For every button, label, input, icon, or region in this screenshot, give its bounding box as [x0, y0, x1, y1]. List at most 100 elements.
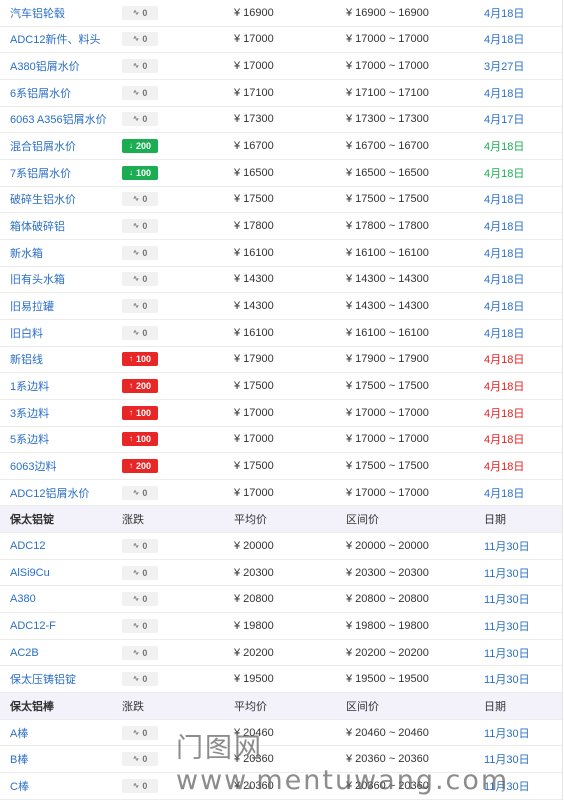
- change-badge: ∿ 0: [122, 592, 158, 607]
- date-cell: 11月30日: [484, 594, 530, 607]
- product-link[interactable]: 破碎生铝水价: [10, 191, 76, 207]
- product-link[interactable]: 6063边料: [10, 458, 56, 474]
- avg-price: ¥ 14300: [234, 300, 274, 313]
- table-row: 3系边料 ↑ 100 ¥ 17000 ¥ 17000 ~ 17000 4月18日: [0, 400, 562, 427]
- product-link[interactable]: 旧白料: [10, 325, 43, 341]
- arrow-up-icon: ↑: [128, 434, 133, 444]
- avg-price: ¥ 20800: [234, 593, 274, 606]
- date-cell: 11月30日: [484, 647, 530, 660]
- product-link[interactable]: 新铝线: [10, 351, 43, 367]
- product-link[interactable]: AC2B: [10, 647, 39, 659]
- product-link[interactable]: 保太压铸铝锭: [10, 671, 76, 687]
- date-cell: 4月18日: [484, 407, 525, 420]
- product-link[interactable]: C棒: [10, 778, 29, 794]
- header-range-label: 区间价: [346, 514, 379, 527]
- table-row: 保太压铸铝锭 ∿ 0 ¥ 19500 ¥ 19500 ~ 19500 11月30日: [0, 666, 562, 694]
- change-cell: ∿ 0: [122, 773, 158, 799]
- table-row: AC2B ∿ 0 ¥ 20200 ¥ 20200 ~ 20200 11月30日: [0, 640, 562, 667]
- product-link[interactable]: 5系边料: [10, 431, 49, 447]
- date-cell: 11月30日: [484, 540, 530, 553]
- date-cell: 4月18日: [484, 167, 525, 180]
- change-value: 0: [142, 247, 148, 258]
- tilde-icon: ∿: [132, 567, 140, 577]
- product-name-cell: 3系边料: [10, 400, 49, 426]
- product-link[interactable]: 汽车铝轮毂: [10, 5, 65, 21]
- change-badge: ↑ 200: [122, 458, 158, 473]
- product-link[interactable]: 3系边料: [10, 405, 49, 421]
- product-link[interactable]: 混合铝屑水价: [10, 138, 76, 154]
- tilde-icon: ∿: [132, 301, 140, 311]
- change-cell: ∿ 0: [122, 53, 158, 79]
- product-link[interactable]: A380铝屑水价: [10, 58, 80, 74]
- avg-price: ¥ 16100: [234, 326, 274, 339]
- product-name-cell: 破碎生铝水价: [10, 187, 76, 213]
- range-price: ¥ 16100 ~ 16100: [346, 326, 429, 339]
- change-cell: ↑ 100: [122, 347, 158, 373]
- avg-price: ¥ 16700: [234, 140, 274, 153]
- change-cell: ∿ 0: [122, 613, 158, 639]
- product-name-cell: ADC12新件、料头: [10, 27, 100, 53]
- product-name-cell: C棒: [10, 773, 29, 799]
- product-link[interactable]: 旧有头水箱: [10, 271, 65, 287]
- date-cell: 4月18日: [484, 274, 525, 287]
- product-link[interactable]: 7系铝屑水价: [10, 165, 71, 181]
- product-link[interactable]: ADC12: [10, 540, 45, 552]
- change-value: 0: [142, 727, 148, 738]
- change-badge: ∿ 0: [122, 85, 158, 100]
- avg-price: ¥ 17000: [234, 60, 274, 73]
- change-value: 0: [142, 754, 148, 765]
- date-cell: 11月30日: [484, 674, 530, 687]
- product-link[interactable]: ADC12新件、料头: [10, 31, 100, 47]
- change-cell: ∿ 0: [122, 533, 158, 559]
- product-link[interactable]: B棒: [10, 751, 28, 767]
- change-value: 0: [142, 274, 148, 285]
- product-name-cell: 6系铝屑水价: [10, 80, 71, 106]
- change-cell: ∿ 0: [122, 27, 158, 53]
- header-range-label: 区间价: [346, 700, 379, 713]
- change-badge: ∿ 0: [122, 752, 158, 767]
- product-name-cell: 5系边料: [10, 427, 49, 453]
- tilde-icon: ∿: [132, 221, 140, 231]
- header-title: 保太铝棒: [10, 700, 54, 713]
- tilde-icon: ∿: [132, 620, 140, 630]
- product-link[interactable]: 旧易拉罐: [10, 298, 54, 314]
- product-name-cell: ADC12: [10, 533, 45, 559]
- product-link[interactable]: 6系铝屑水价: [10, 85, 71, 101]
- product-link[interactable]: 箱体破碎铝: [10, 218, 65, 234]
- product-link[interactable]: 1系边料: [10, 378, 49, 394]
- table-row: AlSi9Cu ∿ 0 ¥ 20300 ¥ 20300 ~ 20300 11月30日: [0, 560, 562, 587]
- change-value: 0: [142, 674, 148, 685]
- header-title: 保太铝锭: [10, 514, 54, 527]
- date-cell: 4月18日: [484, 247, 525, 260]
- change-cell: ↓ 100: [122, 160, 158, 186]
- change-value: 0: [142, 34, 148, 45]
- change-value: 0: [142, 487, 148, 498]
- arrow-up-icon: ↑: [128, 381, 133, 391]
- range-price: ¥ 16500 ~ 16500: [346, 166, 429, 179]
- change-cell: ∿ 0: [122, 560, 158, 586]
- product-name-cell: 6063 A356铝屑水价: [10, 107, 107, 133]
- avg-price: ¥ 20000: [234, 539, 274, 552]
- product-link[interactable]: ADC12铝屑水价: [10, 485, 89, 501]
- product-link[interactable]: 新水箱: [10, 245, 43, 261]
- product-link[interactable]: ADC12-F: [10, 620, 56, 632]
- change-value: 0: [142, 327, 148, 338]
- range-price: ¥ 16900 ~ 16900: [346, 6, 429, 19]
- change-badge: ∿ 0: [122, 59, 158, 74]
- product-link[interactable]: A棒: [10, 725, 28, 741]
- date-cell: 4月18日: [484, 327, 525, 340]
- range-price: ¥ 17100 ~ 17100: [346, 86, 429, 99]
- change-badge: ∿ 0: [122, 618, 158, 633]
- range-price: ¥ 17000 ~ 17000: [346, 406, 429, 419]
- change-cell: ↑ 200: [122, 373, 158, 399]
- product-link[interactable]: 6063 A356铝屑水价: [10, 111, 107, 127]
- range-price: ¥ 16700 ~ 16700: [346, 140, 429, 153]
- table-row: A380铝屑水价 ∿ 0 ¥ 17000 ¥ 17000 ~ 17000 3月27日: [0, 53, 562, 80]
- table-row: ADC12铝屑水价 ∿ 0 ¥ 17000 ¥ 17000 ~ 17000 4月18日: [0, 480, 562, 507]
- arrow-down-icon: ↓: [128, 141, 133, 151]
- product-link[interactable]: AlSi9Cu: [10, 567, 50, 579]
- change-badge: ∿ 0: [122, 32, 158, 47]
- product-link[interactable]: A380: [10, 593, 36, 605]
- avg-price: ¥ 17500: [234, 193, 274, 206]
- change-cell: ↓ 200: [122, 133, 158, 159]
